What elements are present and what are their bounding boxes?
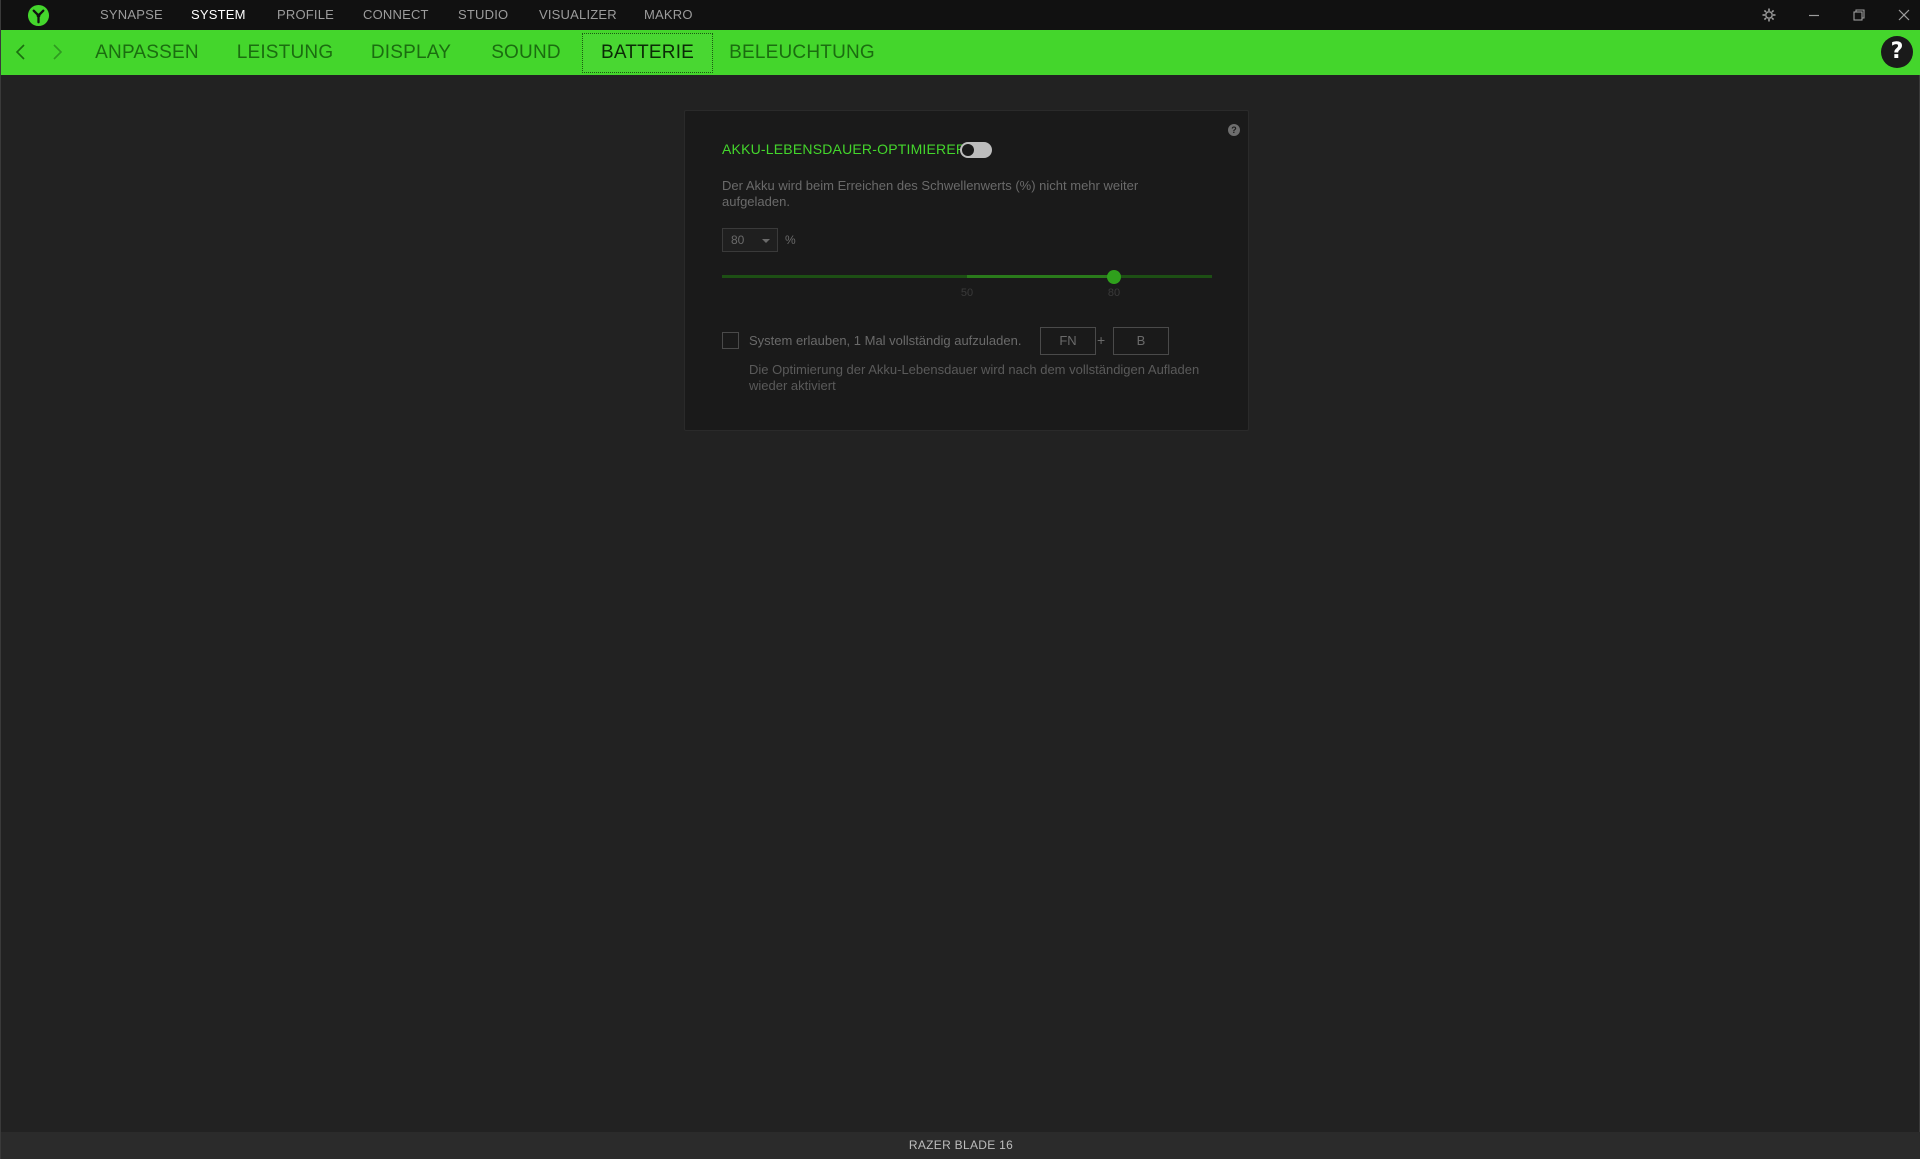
info-icon[interactable]: ?	[1228, 124, 1240, 136]
tab-display[interactable]: DISPLAY	[365, 33, 457, 73]
nav-visualizer[interactable]: VISUALIZER	[539, 0, 617, 30]
battery-optimizer-card: ? AKKU-LEBENSDAUER-OPTIMIERER Der Akku w…	[684, 110, 1249, 431]
back-arrow-icon[interactable]	[9, 40, 33, 64]
full-charge-note: Die Optimierung der Akku-Lebensdauer wir…	[749, 362, 1200, 393]
threshold-value: 80	[731, 233, 745, 247]
threshold-slider[interactable]: 50 80	[722, 270, 1212, 300]
slider-thumb[interactable]	[1107, 270, 1121, 284]
nav-makro[interactable]: MAKRO	[644, 0, 693, 30]
tab-leistung[interactable]: LEISTUNG	[233, 33, 337, 73]
shortcut-key-fn: FN	[1040, 327, 1096, 355]
slider-active-range	[967, 275, 1114, 278]
slider-tick-label-80: 80	[1107, 287, 1121, 299]
nav-system[interactable]: SYSTEM	[191, 0, 246, 30]
shortcut-plus: +	[1097, 332, 1106, 348]
shortcut-key-b: B	[1113, 327, 1169, 355]
battery-optimizer-toggle[interactable]	[960, 142, 992, 158]
title-bar: SYNAPSE SYSTEM PROFILE CONNECT STUDIO VI…	[1, 0, 1920, 30]
gear-icon[interactable]	[1759, 5, 1779, 25]
help-icon[interactable]: ?	[1881, 36, 1913, 68]
device-footer: RAZER BLADE 16	[1, 1132, 1920, 1159]
full-charge-checkbox[interactable]	[722, 332, 739, 349]
toggle-knob	[962, 144, 974, 156]
battery-optimizer-title: AKKU-LEBENSDAUER-OPTIMIERER	[722, 141, 967, 157]
threshold-unit: %	[785, 233, 796, 247]
razer-logo-icon[interactable]	[27, 4, 50, 27]
tab-batterie[interactable]: BATTERIE	[582, 33, 713, 73]
tab-beleuchtung[interactable]: BELEUCHTUNG	[729, 33, 875, 73]
tab-anpassen[interactable]: ANPASSEN	[89, 33, 205, 73]
restore-icon[interactable]	[1849, 5, 1869, 25]
forward-arrow-icon[interactable]	[45, 40, 69, 64]
razer-synapse-window: SYNAPSE SYSTEM PROFILE CONNECT STUDIO VI…	[0, 0, 1920, 1159]
nav-connect[interactable]: CONNECT	[363, 0, 429, 30]
chevron-down-icon	[762, 239, 770, 243]
minimize-icon[interactable]	[1804, 5, 1824, 25]
sub-nav-bar: ANPASSEN LEISTUNG DISPLAY SOUND BATTERIE…	[1, 30, 1920, 75]
battery-optimizer-description: Der Akku wird beim Erreichen des Schwell…	[722, 178, 1139, 209]
threshold-dropdown[interactable]: 80	[722, 228, 778, 252]
close-icon[interactable]	[1894, 5, 1914, 25]
slider-tick-label-50: 50	[960, 287, 974, 299]
nav-profile[interactable]: PROFILE	[277, 0, 334, 30]
nav-synapse[interactable]: SYNAPSE	[100, 0, 163, 30]
nav-studio[interactable]: STUDIO	[458, 0, 508, 30]
full-charge-label: System erlauben, 1 Mal vollständig aufzu…	[749, 333, 1022, 348]
tab-sound[interactable]: SOUND	[483, 33, 569, 73]
